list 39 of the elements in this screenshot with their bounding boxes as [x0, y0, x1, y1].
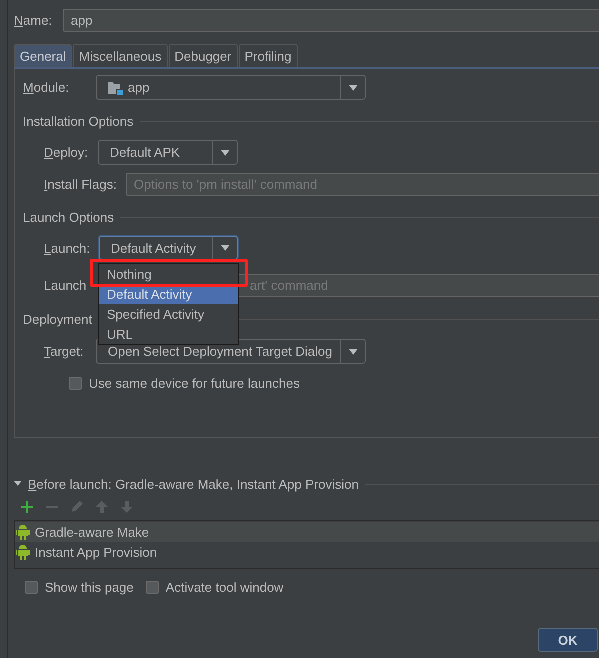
checkbox-label: Use same device for future launches — [89, 376, 300, 390]
android-icon — [16, 544, 30, 560]
checkbox-label: Activate tool window — [166, 580, 284, 594]
android-icon — [16, 524, 30, 540]
module-label: Module: — [23, 80, 70, 95]
popup-item[interactable]: Specified Activity — [99, 304, 238, 324]
add-icon[interactable] — [19, 499, 35, 515]
deploy-dropdown[interactable]: Default APK — [98, 140, 238, 165]
dropdown-arrow-icon — [348, 84, 358, 90]
target-label: Target: — [44, 344, 85, 359]
name-label: Name: — [14, 13, 54, 28]
ok-button[interactable]: OK — [538, 628, 598, 652]
dropdown-arrow-icon — [220, 245, 230, 251]
launch-dropdown[interactable]: Default Activity — [99, 236, 238, 260]
module-folder-icon — [108, 80, 123, 94]
launch-label: Launch: — [44, 240, 92, 256]
dropdown-arrow-icon — [220, 150, 230, 156]
install-flags-label: Install Flags: — [44, 177, 118, 192]
checkbox[interactable] — [146, 580, 159, 594]
dropdown-arrow-icon — [348, 348, 358, 354]
task-item[interactable]: Gradle-aware Make — [15, 522, 599, 542]
checkbox-label: Show this page — [45, 580, 134, 594]
section-title: Deployment — [23, 312, 92, 326]
task-item[interactable]: Instant App Provision — [15, 542, 599, 562]
module-dropdown[interactable]: app — [96, 75, 366, 100]
section-title: Installation Options — [23, 114, 134, 128]
name-field[interactable]: app — [63, 9, 599, 32]
tab[interactable]: Miscellaneous — [73, 44, 168, 67]
tab[interactable]: Profiling — [238, 44, 298, 67]
section-title: Launch Options — [23, 210, 114, 224]
expand-triangle-icon[interactable] — [14, 480, 22, 488]
deploy-label: Deploy: — [44, 145, 90, 160]
launch-flags-label: Launch — [44, 278, 88, 293]
popup-item[interactable]: Nothing — [99, 264, 238, 284]
before-launch-title: Before launch: Gradle-aware Make, Instant App Provision — [28, 476, 359, 492]
checkbox[interactable] — [25, 580, 38, 594]
tab[interactable]: Debugger — [168, 44, 238, 67]
checkbox[interactable] — [69, 376, 82, 390]
tab[interactable]: General — [14, 44, 72, 67]
